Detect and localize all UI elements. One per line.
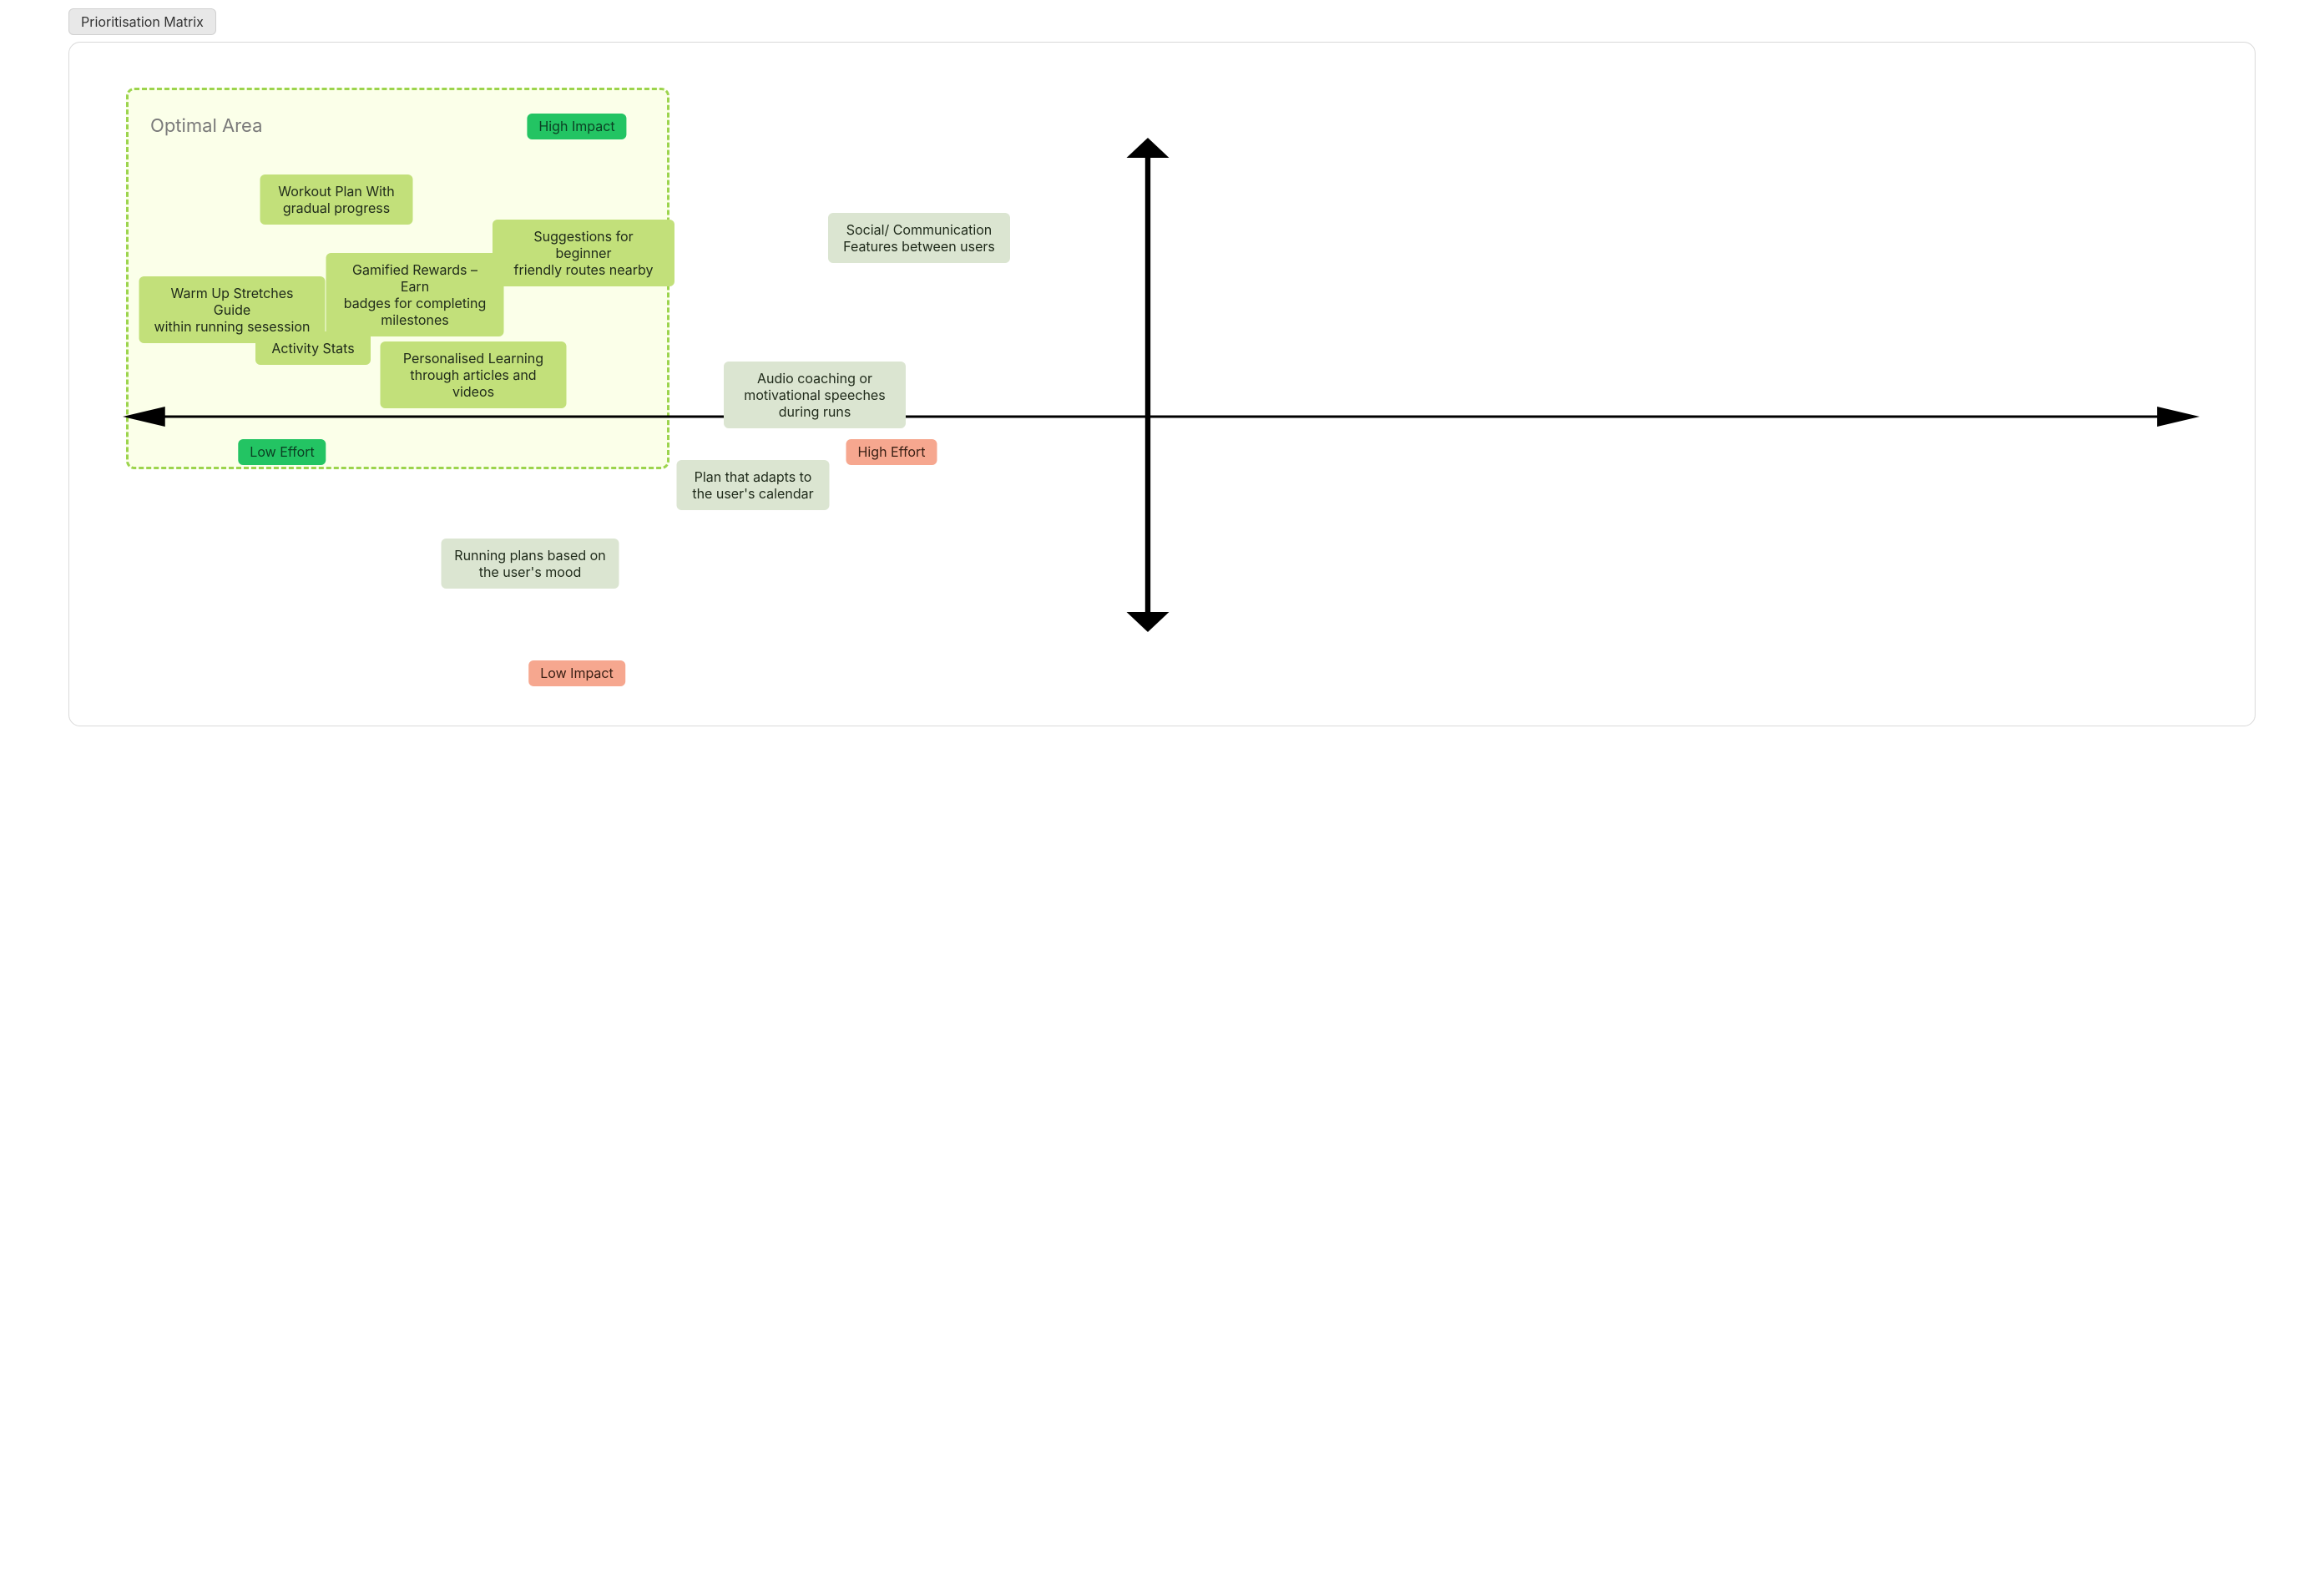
axis-label-left: Low Effort [238, 439, 326, 465]
card-workout-plan[interactable]: Workout Plan Withgradual progress [260, 174, 413, 225]
axis-label-bottom: Low Impact [528, 660, 625, 686]
card-audio-coaching[interactable]: Audio coaching ormotivational speechesdu… [724, 362, 906, 428]
card-social-comm[interactable]: Social/ CommunicationFeatures between us… [828, 213, 1010, 263]
card-personalised-learn[interactable]: Personalised Learningthrough articles an… [381, 341, 567, 408]
axis-label-top: High Impact [527, 114, 626, 139]
page: Prioritisation Matrix Optimal Area High … [0, 0, 2324, 751]
matrix-frame: Optimal Area High Impact Low Impact Low … [68, 42, 2256, 726]
card-calendar-adapts[interactable]: Plan that adapts tothe user's calendar [677, 460, 830, 510]
card-gamified-rewards[interactable]: Gamified Rewards – Earnbadges for comple… [326, 253, 504, 336]
card-mood-plans[interactable]: Running plans based onthe user's mood [442, 539, 619, 589]
diagram-title-chip: Prioritisation Matrix [68, 8, 216, 35]
card-beginner-routes[interactable]: Suggestions for beginnerfriendly routes … [493, 220, 674, 286]
optimal-area-label: Optimal Area [150, 115, 262, 137]
card-activity-stats[interactable]: Activity Stats [255, 331, 371, 365]
axis-label-right: High Effort [846, 439, 937, 465]
